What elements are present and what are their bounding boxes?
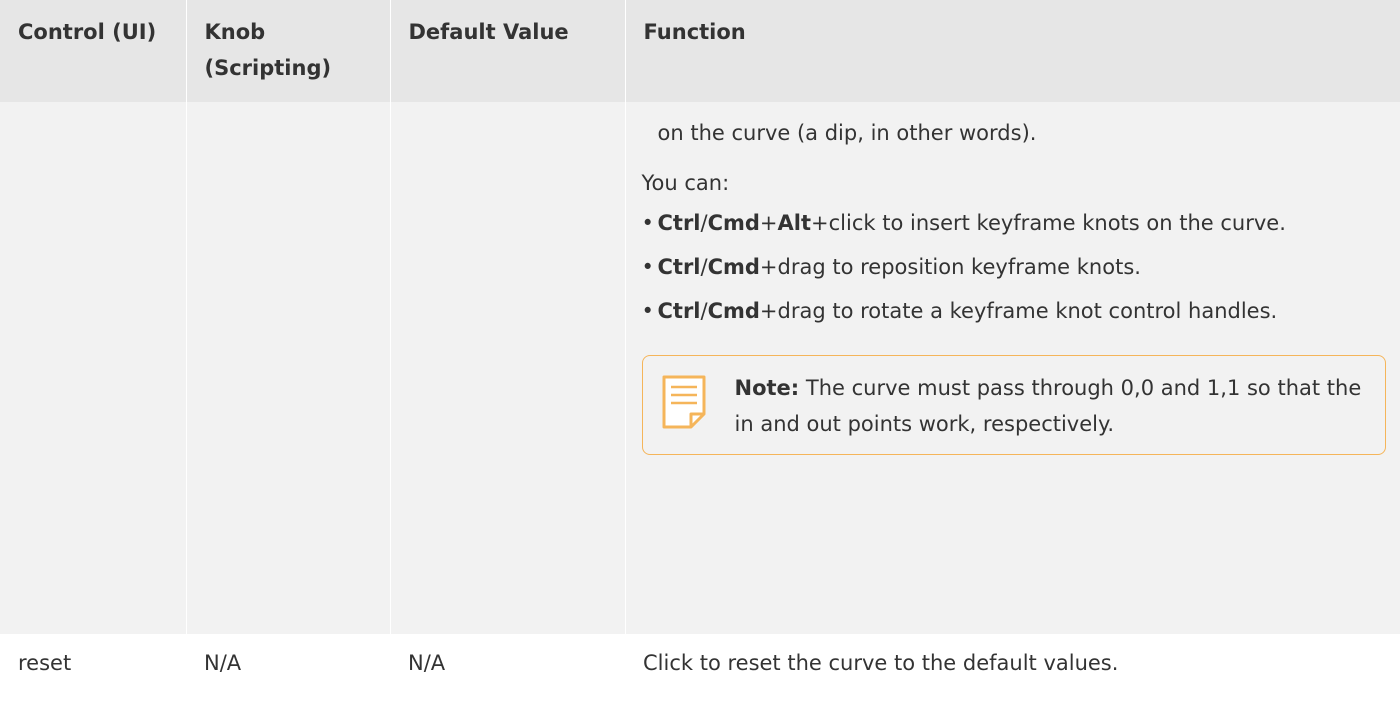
header-knob-scripting: Knob (Scripting): [185, 0, 390, 102]
list-item-text: +drag to rotate a keyframe knot control …: [759, 299, 1278, 323]
header-function: Function: [624, 0, 1400, 102]
key-ctrl: Ctrl: [657, 255, 701, 279]
key-plus: +: [759, 211, 778, 235]
cell-default-reset: N/A: [390, 634, 625, 686]
note-callout: Note: The curve must pass through 0,0 an…: [641, 355, 1386, 455]
table-header-row: Control (UI) Knob (Scripting) Default Va…: [0, 0, 1400, 102]
note-body: The curve must pass through 0,0 and 1,1 …: [734, 376, 1362, 436]
list-item: Ctrl/Cmd+drag to rotate a keyframe knot …: [642, 293, 1379, 329]
action-list: Ctrl/Cmd+Alt+click to insert keyframe kn…: [642, 205, 1379, 329]
key-separator: /: [700, 255, 708, 279]
cell-default-empty: [389, 102, 625, 634]
parameters-table: Control (UI) Knob (Scripting) Default Va…: [0, 0, 1400, 686]
cell-function-reset: Click to reset the curve to the default …: [625, 634, 1400, 686]
table-row-continued: on the curve (a dip, in other words). Yo…: [0, 102, 1400, 634]
key-cmd: Cmd: [707, 255, 760, 279]
cell-function-curve: on the curve (a dip, in other words). Yo…: [624, 102, 1400, 634]
header-control-ui: Control (UI): [0, 0, 186, 102]
list-item: Ctrl/Cmd+Alt+click to insert keyframe kn…: [642, 205, 1379, 241]
cell-control-reset: reset: [0, 634, 186, 686]
cell-knob-empty: [185, 102, 390, 634]
key-alt: Alt: [777, 211, 812, 235]
cell-control-empty: [0, 102, 186, 634]
key-cmd: Cmd: [707, 299, 760, 323]
cell-knob-reset: N/A: [186, 634, 390, 686]
list-item-text: +drag to reposition keyframe knots.: [759, 255, 1141, 279]
key-separator: /: [700, 211, 708, 235]
function-continuation-text: on the curve (a dip, in other words).: [657, 121, 1037, 145]
note-document-icon: [662, 375, 705, 429]
key-cmd: Cmd: [707, 211, 760, 235]
list-item-text: +click to insert keyframe knots on the c…: [811, 211, 1286, 235]
note-text: Note: The curve must pass through 0,0 an…: [735, 370, 1373, 442]
note-label: Note:: [734, 376, 800, 400]
key-ctrl: Ctrl: [657, 211, 701, 235]
table-row-reset: reset N/A N/A Click to reset the curve t…: [0, 634, 1400, 686]
list-item: Ctrl/Cmd+drag to reposition keyframe kno…: [642, 249, 1379, 285]
header-default-value: Default Value: [389, 0, 625, 102]
key-ctrl: Ctrl: [657, 299, 701, 323]
you-can-label: You can:: [641, 171, 730, 195]
key-separator: /: [700, 299, 708, 323]
